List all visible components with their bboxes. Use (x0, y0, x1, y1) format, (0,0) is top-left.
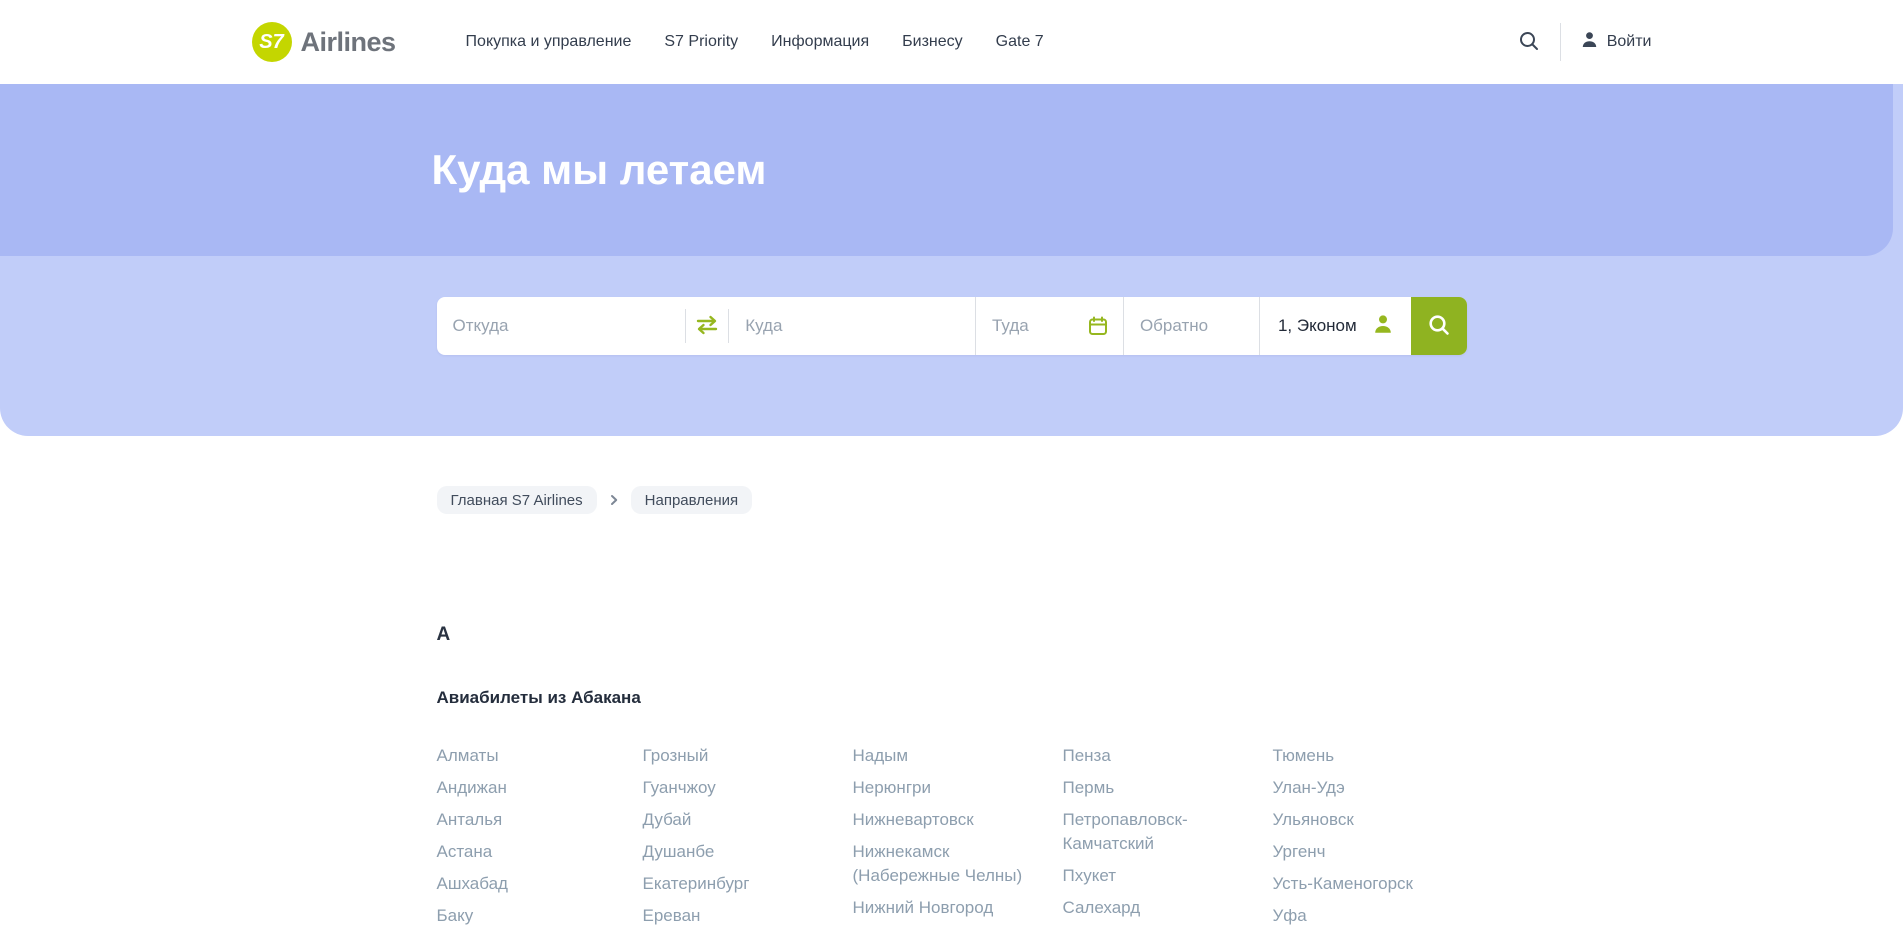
hero-banner: Куда мы летаем (0, 84, 1893, 256)
depart-date-field[interactable] (976, 297, 1123, 355)
city-link[interactable]: Усть-Каменогорск (1273, 872, 1413, 896)
nav-item-gate7[interactable]: Gate 7 (996, 33, 1044, 51)
s7-logo-mark: S7 (252, 22, 292, 62)
nav-item-business[interactable]: Бизнесу (902, 33, 963, 51)
passenger-icon (1373, 314, 1393, 339)
s7-logo-brand: Airlines (301, 27, 396, 58)
return-date-field[interactable] (1124, 297, 1259, 355)
nav-item-purchase[interactable]: Покупка и управление (466, 33, 632, 51)
return-date-input[interactable] (1124, 297, 1259, 355)
login-button[interactable]: Войти (1581, 31, 1652, 53)
city-link[interactable]: Гуанчжоу (643, 776, 716, 800)
header-search-button[interactable] (1518, 30, 1540, 55)
city-link[interactable]: Нижневартовск (853, 808, 974, 832)
main-nav: Покупка и управление S7 Priority Информа… (466, 33, 1044, 51)
city-link[interactable]: Пенза (1063, 744, 1111, 768)
breadcrumb-home[interactable]: Главная S7 Airlines (437, 486, 597, 514)
s7-logo[interactable]: S7 Airlines (252, 22, 396, 62)
swap-route-button[interactable] (686, 315, 728, 338)
city-link[interactable]: Салехард (1063, 896, 1141, 920)
destination-input[interactable] (729, 297, 975, 355)
city-link[interactable]: Тюмень (1273, 744, 1335, 768)
city-link[interactable]: Астана (437, 840, 493, 864)
flight-search-bar: 1, Эконом (437, 297, 1467, 355)
city-link[interactable]: Пермь (1063, 776, 1115, 800)
city-column: АлматыАндижанАнтальяАстанаАшхабадБакуБан… (437, 744, 643, 927)
city-link[interactable]: Ашхабад (437, 872, 508, 896)
city-columns: АлматыАндижанАнтальяАстанаАшхабадБакуБан… (437, 744, 1467, 927)
origin-input[interactable] (437, 297, 686, 355)
city-link[interactable]: Екатеринбург (643, 872, 750, 896)
route-fields (437, 297, 975, 355)
login-label: Войти (1607, 33, 1652, 51)
city-link[interactable]: Нижнекамск (Набережные Челны) (853, 840, 1043, 888)
page-title: Куда мы летаем (432, 84, 1462, 194)
city-link[interactable]: Алматы (437, 744, 499, 768)
hero-search-panel: Куда мы летаем (0, 84, 1903, 436)
letter-heading: А (437, 624, 1467, 646)
city-link[interactable]: Андижан (437, 776, 507, 800)
nav-item-info[interactable]: Информация (771, 33, 869, 51)
search-icon (1518, 30, 1540, 55)
city-link[interactable]: Уфа (1273, 904, 1307, 927)
city-link[interactable]: Грозный (643, 744, 709, 768)
search-icon (1426, 312, 1452, 341)
city-link[interactable]: Улан-Удэ (1273, 776, 1345, 800)
city-link[interactable]: Ереван (643, 904, 701, 927)
city-column: Тюмень Улан-Удэ Ульяновск Ургенч Усть-Камено… (1273, 744, 1467, 927)
city-link[interactable]: Петропавловск-Камчатский (1063, 808, 1253, 856)
depart-date-input[interactable] (976, 297, 1087, 355)
city-link[interactable]: Ургенч (1273, 840, 1326, 864)
breadcrumb: Главная S7 Airlines Направления (437, 486, 1467, 514)
header-divider (1560, 23, 1561, 61)
city-column: Надым Нерюнгри Нижневартовск Нижнекамск (На… (853, 744, 1063, 927)
city-column: Пенза Пермь Петропавловск-Камчатский Пхукет… (1063, 744, 1273, 927)
site-header: S7 Airlines Покупка и управление S7 Prio… (0, 0, 1903, 84)
chevron-right-icon (607, 493, 621, 507)
search-flights-button[interactable] (1411, 297, 1467, 355)
flight-search-section: 1, Эконом (0, 297, 1903, 436)
page-content: Главная S7 Airlines Направления А Авиаби… (0, 486, 1903, 927)
city-link[interactable]: Надым (853, 744, 909, 768)
nav-item-priority[interactable]: S7 Priority (664, 33, 738, 51)
user-icon (1581, 31, 1598, 53)
city-link[interactable]: Ульяновск (1273, 808, 1354, 832)
city-link[interactable]: Пхукет (1063, 864, 1117, 888)
city-link[interactable]: Нерюнгри (853, 776, 931, 800)
city-link[interactable]: Душанбе (643, 840, 715, 864)
city-link[interactable]: Дубай (643, 808, 692, 832)
city-link[interactable]: Анталья (437, 808, 503, 832)
passengers-class-value: 1, Эконом (1278, 316, 1357, 336)
swap-arrows-icon (694, 315, 720, 338)
breadcrumb-directions[interactable]: Направления (631, 486, 753, 514)
passengers-class-selector[interactable]: 1, Эконом (1260, 297, 1411, 355)
section-title: Авиабилеты из Абакана (437, 688, 1467, 708)
city-link[interactable]: Нижний Новгород (853, 896, 994, 920)
calendar-icon (1087, 315, 1109, 337)
city-column: Грозный Гуанчжоу Дубай Душанбе Екатеринбург Е… (643, 744, 853, 927)
city-link[interactable]: Баку (437, 904, 474, 927)
